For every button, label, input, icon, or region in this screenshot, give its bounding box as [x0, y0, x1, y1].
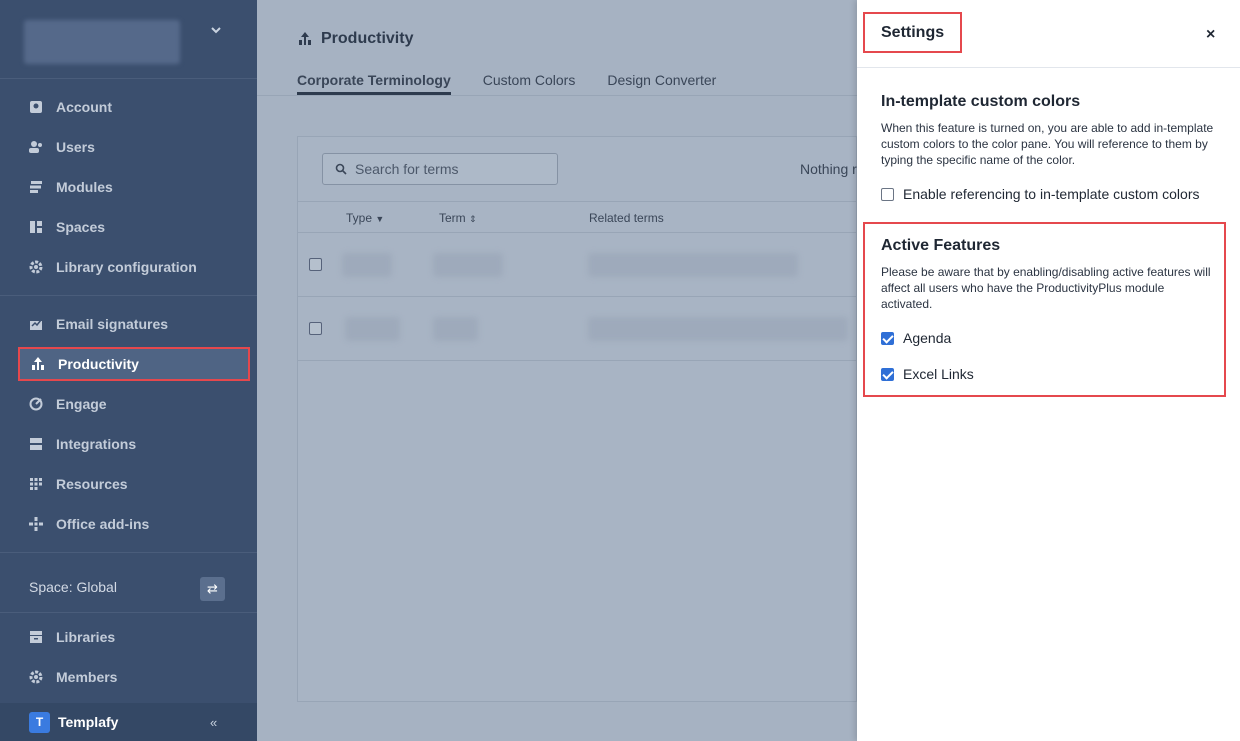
sidebar-item-label: Engage	[56, 396, 107, 412]
sidebar-item-spaces[interactable]: Spaces	[18, 210, 250, 244]
spaces-icon	[30, 221, 42, 233]
settings-drawer: Settings × In-template custom colors Whe…	[857, 0, 1240, 741]
tab-custom-colors[interactable]: Custom Colors	[483, 72, 576, 95]
tab-bar: Corporate Terminology Custom Colors Desi…	[297, 72, 716, 95]
terms-panel: Search for terms Nothing r Type ▼ Term ⇕…	[297, 136, 858, 702]
templafy-logo: T	[29, 711, 50, 733]
tab-corporate-terminology[interactable]: Corporate Terminology	[297, 72, 451, 95]
sidebar-item-integrations[interactable]: Integrations	[18, 427, 250, 461]
blurred-cell	[433, 317, 478, 341]
search-placeholder: Search for terms	[355, 161, 459, 177]
sidebar-item-office-add-ins[interactable]: Office add-ins	[18, 507, 250, 541]
sidebar-divider	[0, 295, 257, 296]
page-title: Productivity	[297, 30, 413, 48]
sidebar-divider	[0, 552, 257, 553]
enable-custom-colors-option[interactable]: Enable referencing to in-template custom…	[881, 186, 1199, 202]
row-checkbox[interactable]	[309, 322, 322, 335]
swap-icon: ⇄	[207, 581, 218, 596]
productivity-icon	[32, 357, 44, 370]
collapse-sidebar-button[interactable]: «	[210, 715, 217, 730]
switch-space-button[interactable]: ⇄	[200, 577, 225, 601]
sidebar-item-label: Resources	[56, 476, 128, 492]
active-features-description: Please be aware that by enabling/disabli…	[881, 265, 1211, 311]
account-icon	[30, 101, 42, 113]
sidebar-item-library-configuration[interactable]: Library configuration	[18, 250, 250, 284]
table-header: Type ▼ Term ⇕ Related terms	[298, 201, 858, 233]
sidebar-item-label: Modules	[56, 179, 113, 195]
main-content: Productivity Corporate Terminology Custo…	[257, 0, 858, 741]
tenant-selector[interactable]	[0, 0, 257, 79]
blurred-cell	[345, 317, 400, 341]
blurred-cell	[342, 253, 392, 277]
sort-down-icon: ▼	[375, 214, 385, 224]
blurred-cell	[588, 253, 798, 277]
excel-links-option[interactable]: Excel Links	[881, 366, 974, 382]
sidebar-item-members[interactable]: Members	[18, 660, 250, 694]
office-addins-icon	[29, 517, 43, 531]
enable-custom-colors-checkbox[interactable]	[881, 187, 894, 201]
sidebar-item-account[interactable]: Account	[18, 90, 250, 124]
option-label: Agenda	[903, 330, 952, 346]
blurred-cell	[588, 317, 848, 341]
search-icon	[335, 163, 347, 175]
sidebar-item-label: Office add-ins	[56, 516, 150, 532]
empty-state-text: Nothing r	[800, 161, 857, 177]
sidebar-item-label: Spaces	[56, 219, 106, 235]
option-label: Excel Links	[903, 366, 974, 382]
tab-design-converter[interactable]: Design Converter	[607, 72, 716, 95]
sidebar-divider	[0, 612, 257, 613]
column-header-related-terms: Related terms	[589, 211, 664, 225]
sidebar-item-libraries[interactable]: Libraries	[18, 620, 250, 654]
agenda-checkbox[interactable]	[881, 331, 894, 345]
sidebar-item-label: Email signatures	[56, 316, 169, 332]
settings-header: Settings ×	[857, 0, 1240, 68]
libraries-icon	[30, 631, 42, 643]
excel-links-checkbox[interactable]	[881, 367, 894, 381]
tenant-name-blurred	[24, 20, 180, 64]
sidebar-item-label: Productivity	[58, 356, 139, 372]
gear-icon	[29, 260, 43, 274]
active-features-title: Active Features	[881, 237, 1001, 254]
sort-icon: ⇕	[469, 214, 477, 224]
brand-name: Templafy	[58, 714, 119, 730]
sidebar-item-label: Library configuration	[56, 259, 197, 275]
column-header-type[interactable]: Type ▼	[346, 211, 384, 225]
sidebar-item-label: Integrations	[56, 436, 137, 452]
space-label: Space: Global	[29, 579, 117, 595]
email-signature-icon	[30, 319, 42, 330]
table-row[interactable]	[298, 297, 858, 361]
sidebar-item-label: Members	[56, 669, 118, 685]
sidebar-footer: T Templafy «	[0, 703, 257, 741]
sidebar: Account Users Modules Spaces Library con…	[0, 0, 257, 741]
modules-icon	[30, 181, 42, 193]
agenda-option[interactable]: Agenda	[881, 330, 951, 346]
sidebar-item-label: Users	[56, 139, 95, 155]
users-icon	[29, 141, 42, 153]
resources-icon	[30, 478, 42, 490]
option-label: Enable referencing to in-template custom…	[903, 186, 1200, 202]
close-icon[interactable]: ×	[1206, 26, 1215, 44]
row-checkbox[interactable]	[309, 258, 322, 271]
sidebar-item-users[interactable]: Users	[18, 130, 250, 164]
sidebar-item-resources[interactable]: Resources	[18, 467, 250, 501]
sidebar-item-label: Libraries	[56, 629, 116, 645]
engage-icon	[29, 397, 43, 411]
productivity-icon	[299, 32, 311, 45]
blurred-cell	[433, 253, 503, 277]
sidebar-item-productivity[interactable]: Productivity	[18, 347, 250, 381]
settings-title: Settings	[863, 12, 962, 53]
tabs-divider	[257, 95, 857, 96]
column-header-term[interactable]: Term ⇕	[439, 211, 477, 225]
chevron-down-icon[interactable]	[208, 22, 224, 38]
table-row[interactable]	[298, 233, 858, 297]
sidebar-item-engage[interactable]: Engage	[18, 387, 250, 421]
sidebar-item-modules[interactable]: Modules	[18, 170, 250, 204]
gear-icon	[29, 670, 43, 684]
custom-colors-title: In-template custom colors	[881, 93, 1081, 110]
custom-colors-description: When this feature is turned on, you are …	[881, 121, 1214, 167]
search-input[interactable]: Search for terms	[322, 153, 558, 185]
sidebar-item-label: Account	[56, 99, 112, 115]
sidebar-item-email-signatures[interactable]: Email signatures	[18, 307, 250, 341]
integrations-icon	[30, 438, 42, 450]
